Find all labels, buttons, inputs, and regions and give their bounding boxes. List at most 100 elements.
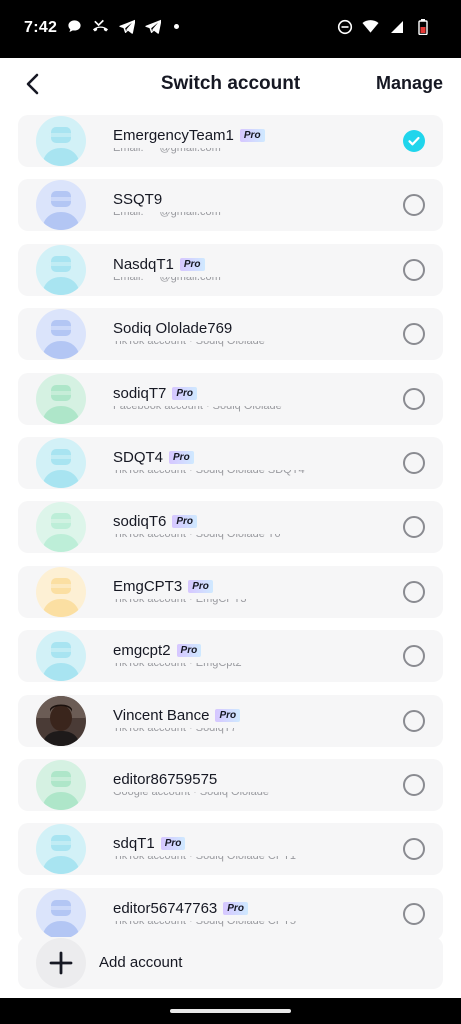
account-row[interactable]: sdqT1 Pro TikTok account · Sodiq Ololade C…: [18, 823, 443, 876]
pro-badge: Pro: [160, 837, 186, 851]
account-row[interactable]: emgcpt2 Pro TikTok account · EmgCpt2: [18, 630, 443, 683]
manage-button[interactable]: Manage: [376, 73, 443, 94]
account-radio[interactable]: [403, 258, 425, 281]
account-name-row: sodiqT6 Pro: [113, 513, 198, 530]
account-subtitle: TikTok account · EmgCpt2: [113, 663, 313, 669]
missed-call-icon: [92, 18, 109, 35]
account-subtitle-text: TikTok account · EmgCPT3: [113, 598, 247, 605]
header: Switch account Manage: [0, 58, 461, 110]
default-avatar-icon: [36, 566, 86, 617]
selected-radio[interactable]: [403, 130, 425, 152]
account-name-row: emgcpt2 Pro: [113, 642, 202, 660]
battery-icon: [414, 18, 431, 35]
account-radio[interactable]: [403, 773, 425, 796]
pro-badge: Pro: [215, 708, 241, 722]
account-radio[interactable]: [403, 709, 425, 732]
account-radio[interactable]: [403, 645, 425, 668]
default-avatar-icon: [36, 631, 86, 682]
account-row[interactable]: SSQT9 Email: ***@gmail.com: [18, 179, 443, 232]
account-subtitle-text: TikTok account · Sodiq Ololade T6: [113, 534, 281, 541]
account-subtitle: TikTok account · EmgCPT3: [113, 599, 313, 605]
account-radio[interactable]: [403, 838, 425, 861]
home-indicator[interactable]: [170, 1009, 291, 1013]
account-name: emgcpt2: [113, 642, 171, 660]
account-name-row: SSQT9: [113, 191, 162, 208]
chat-bubble-icon: [66, 18, 83, 35]
account-subtitle: TikTok account · Sodiq Ololade SDQT4: [113, 470, 313, 476]
account-subtitle: TikTok account · Sodiq Ololade T6: [113, 534, 313, 540]
account-radio[interactable]: [403, 580, 425, 603]
account-row[interactable]: editor56747763 Pro TikTok account · Sodiq …: [18, 887, 443, 940]
pro-badge: Pro: [179, 257, 205, 271]
default-avatar-icon: [36, 244, 86, 295]
account-name-row: sdqT1 Pro: [113, 835, 186, 852]
account-name-row: EmergencyTeam1 Pro: [113, 127, 265, 144]
account-name: Sodiq Ololade769: [113, 320, 233, 338]
account-name: SSQT9: [113, 191, 163, 209]
account-radio[interactable]: [403, 323, 425, 346]
account-radio[interactable]: [403, 194, 425, 217]
account-subtitle-text: TikTok account · Sodiq Ololade CPT1: [113, 856, 297, 863]
account-subtitle: TikTok account · Sodiq Ololade CPT5: [113, 921, 313, 927]
account-radio[interactable]: [403, 902, 425, 925]
avatar-photo: [36, 695, 86, 746]
account-name: editor86759575: [113, 770, 218, 788]
account-radio[interactable]: [403, 387, 425, 410]
account-subtitle-text: TikTok account · SodiqT7: [113, 727, 237, 734]
pro-badge: Pro: [188, 579, 213, 593]
account-subtitle: Email: ***@gmail.com: [113, 277, 313, 283]
account-subtitle-text: TikTok account · Sodiq Ololade: [113, 341, 265, 348]
pro-badge: Pro: [169, 450, 194, 464]
account-subtitle-text: Email: ***@gmail.com: [113, 212, 221, 219]
account-name-row: Sodiq Ololade769: [113, 320, 232, 337]
account-radio[interactable]: [403, 451, 425, 474]
default-avatar-icon: [36, 502, 86, 553]
default-avatar-icon: [36, 309, 86, 360]
account-subtitle-text: Google account · Sodiq Ololade: [113, 791, 269, 798]
account-row[interactable]: sodiqT6 Pro TikTok account · Sodiq Ololade…: [18, 501, 443, 554]
account-subtitle: TikTok account · SodiqT7: [113, 728, 313, 734]
status-bar: 7:42: [0, 0, 461, 58]
default-avatar-icon: [36, 373, 86, 424]
account-subtitle-text: Facebook account · Sodiq Ololade: [113, 405, 282, 412]
pro-badge: Pro: [176, 644, 202, 658]
account-subtitle-text: Email: ***@gmail.com: [113, 276, 221, 283]
navigation-bar: [0, 998, 461, 1024]
account-subtitle-text: TikTok account · EmgCpt2: [113, 663, 242, 670]
account-row[interactable]: Sodiq Ololade769 TikTok account · Sodiq O…: [18, 308, 443, 361]
pro-badge: Pro: [239, 129, 265, 142]
account-row[interactable]: SDQT4 Pro TikTok account · Sodiq Ololade S…: [18, 436, 443, 489]
account-name-row: Vincent Bance Pro: [113, 707, 241, 724]
account-name-row: EmgCPT3 Pro: [113, 578, 213, 595]
account-name-row: editor56747763 Pro: [113, 900, 248, 917]
account-list: EmergencyTeam1 Pro Email: ***@gmail.com SSQ…: [18, 115, 443, 952]
default-avatar-icon: [36, 437, 86, 488]
account-subtitle: Facebook account · Sodiq Ololade: [113, 406, 313, 412]
account-name-row: SDQT4 Pro: [113, 449, 194, 466]
account-row[interactable]: editor86759575 Google account · Sodiq Olo…: [18, 758, 443, 811]
account-name: NasdqT1: [113, 255, 174, 273]
status-system-icons: [336, 18, 431, 35]
account-name: EmgCPT3: [113, 577, 183, 595]
account-row[interactable]: NasdqT1 Pro Email: ***@gmail.com: [18, 243, 443, 296]
account-row[interactable]: EmergencyTeam1 Pro Email: ***@gmail.com: [18, 115, 443, 167]
default-avatar-icon: [36, 888, 86, 939]
account-name-row: NasdqT1 Pro: [113, 256, 205, 273]
account-radio[interactable]: [403, 516, 425, 539]
add-account-button[interactable]: Add account: [18, 937, 443, 989]
pro-badge: Pro: [172, 515, 198, 529]
account-row[interactable]: EmgCPT3 Pro TikTok account · EmgCPT3: [18, 565, 443, 618]
account-name: SDQT4: [113, 448, 164, 466]
default-avatar-icon: [36, 116, 86, 166]
account-subtitle: Email: ***@gmail.com: [113, 148, 313, 154]
account-subtitle: Google account · Sodiq Ololade: [113, 792, 313, 798]
plus-icon: [36, 938, 86, 988]
account-row[interactable]: sodiqT7 Pro Facebook account · Sodiq Olola…: [18, 372, 443, 425]
account-row[interactable]: Vincent Bance Pro TikTok account · SodiqT7: [18, 694, 443, 747]
telegram-icon: [144, 18, 161, 35]
dot-icon: [174, 24, 179, 29]
checkmark-icon: [408, 136, 420, 146]
signal-icon: [388, 18, 405, 35]
pro-badge: Pro: [223, 901, 248, 915]
account-subtitle-text: TikTok account · Sodiq Ololade CPT5: [113, 920, 297, 927]
